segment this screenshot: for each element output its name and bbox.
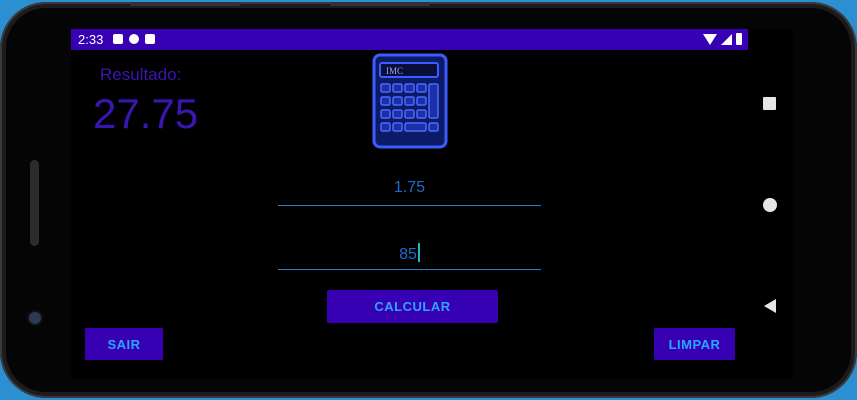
result-value: 27.75 bbox=[93, 90, 199, 137]
height-input[interactable]: 1.75 bbox=[278, 179, 541, 206]
back-icon[interactable] bbox=[764, 299, 776, 313]
device-frame: 2:33 Resultado: 27.75 IMC 1.75 85 CALCUL… bbox=[0, 2, 857, 398]
front-camera bbox=[29, 312, 41, 324]
signal-icon bbox=[721, 33, 732, 45]
navigation-bar bbox=[748, 50, 793, 379]
recents-icon[interactable] bbox=[763, 97, 776, 110]
status-time: 2:33 bbox=[78, 32, 104, 47]
status-right-icons bbox=[703, 33, 742, 45]
status-bar: 2:33 bbox=[71, 29, 748, 50]
status-left-icons bbox=[113, 34, 155, 44]
notification-a-icon bbox=[113, 34, 123, 44]
calculator-display-text: IMC bbox=[386, 66, 403, 76]
speaker-grille bbox=[30, 160, 39, 246]
battery-icon bbox=[736, 33, 742, 45]
calculator-icon: IMC bbox=[372, 53, 448, 149]
height-input-value: 1.75 bbox=[393, 179, 426, 196]
sair-button[interactable]: SAIR bbox=[85, 328, 163, 360]
app-screen: 2:33 Resultado: 27.75 IMC 1.75 85 CALCUL… bbox=[71, 29, 793, 379]
volume-button bbox=[330, 2, 430, 6]
play-protect-icon bbox=[129, 34, 139, 44]
weight-input[interactable]: 85 bbox=[278, 243, 541, 270]
weight-input-value: 85 bbox=[399, 246, 417, 263]
home-icon[interactable] bbox=[763, 198, 777, 212]
sd-card-icon bbox=[145, 34, 155, 44]
calcular-button[interactable]: CALCULAR bbox=[327, 290, 498, 323]
limpar-button[interactable]: LIMPAR bbox=[654, 328, 735, 360]
wifi-icon bbox=[703, 33, 717, 45]
text-cursor bbox=[417, 243, 420, 262]
result-label: Resultado: bbox=[100, 65, 182, 84]
power-button bbox=[130, 2, 240, 6]
